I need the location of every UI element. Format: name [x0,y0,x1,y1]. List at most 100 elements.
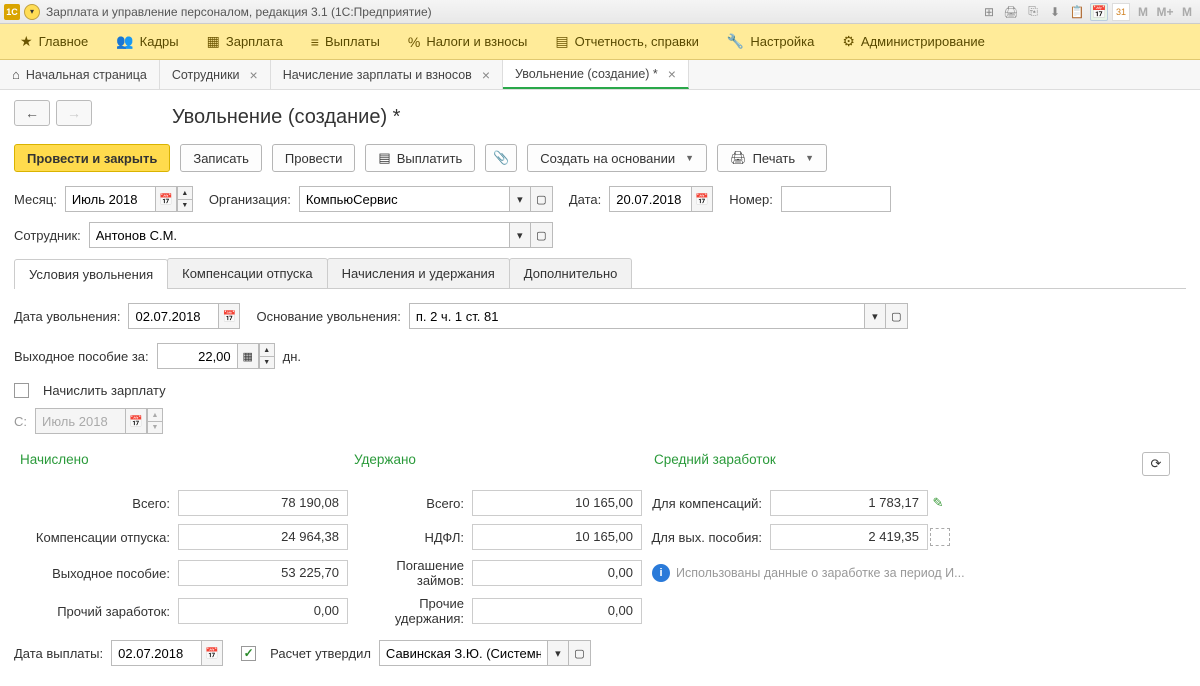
avg-severance-label: Для вых. пособия: [642,530,770,545]
avg-heading: Средний заработок [654,452,934,476]
star-icon: ★ [20,33,33,50]
pencil-icon[interactable]: ✎ [928,495,948,511]
reason-input[interactable] [409,303,864,329]
menu-payments[interactable]: ≡Выплаты [297,24,394,60]
menu-label: Зарплата [226,34,283,49]
reason-field[interactable]: ▾ ▢ [409,303,908,329]
menu-label: Настройка [750,34,814,49]
tab-salary-calc[interactable]: Начисление зарплаты и взносов× [271,60,503,89]
month-field[interactable]: 📅 ▲▼ [65,186,193,212]
memory-mplus-icon[interactable]: M+ [1156,3,1174,21]
grid-icon: ▦ [207,33,220,50]
date-icon[interactable]: 31 [1112,3,1130,21]
close-icon[interactable]: × [482,67,490,83]
calc-icon[interactable]: ▦ [237,343,259,369]
employee-field[interactable]: ▾ ▢ [89,222,553,248]
save-button[interactable]: Записать [180,144,262,172]
approved-checkbox[interactable] [241,646,256,661]
menu-label: Администрирование [861,34,985,49]
app-dropdown-icon[interactable]: ▾ [24,4,40,20]
dropdown-icon[interactable]: ▾ [864,303,886,329]
calendar-icon[interactable]: 📅 [691,186,713,212]
forward-button[interactable]: → [56,100,92,126]
month-label: Месяц: [14,192,57,207]
menu-label: Кадры [140,34,179,49]
open-icon[interactable]: ▢ [531,186,553,212]
approver-input[interactable] [379,640,547,666]
close-icon[interactable]: × [250,67,258,83]
approver-field[interactable]: ▾ ▢ [379,640,591,666]
refresh-button[interactable]: ⟳ [1142,452,1170,476]
menu-settings[interactable]: 🔧Настройка [713,24,828,60]
tool-icon[interactable]: ⊞ [980,3,998,21]
menu-admin[interactable]: ⚙ Администрирование [828,24,999,60]
close-icon[interactable]: × [668,66,676,82]
dropdown-icon[interactable]: ▾ [547,640,569,666]
severance-field[interactable]: ▦ ▲▼ [157,343,275,369]
print-button[interactable]: 🖨Печать▼ [717,144,827,172]
tab-label: Начальная страница [26,68,147,82]
date-field[interactable]: 📅 [609,186,713,212]
menu-taxes[interactable]: %Налоги и взносы [394,24,542,60]
term-date-field[interactable]: 📅 [128,303,240,329]
employee-input[interactable] [89,222,509,248]
term-date-label: Дата увольнения: [14,309,120,324]
from-field: 📅 ▲▼ [35,408,163,434]
tab-dismissal[interactable]: Увольнение (создание) *× [503,60,689,89]
tool-icon[interactable]: 📋 [1068,3,1086,21]
accrued-total-value: 78 190,08 [178,490,348,516]
paydate-input[interactable] [111,640,201,666]
doc-tabs: Условия увольнения Компенсации отпуска Н… [14,258,1186,289]
severance-spinner[interactable]: ▲▼ [259,343,275,369]
severance-input[interactable] [157,343,237,369]
tab-home[interactable]: ⌂Начальная страница [0,60,160,89]
calendar-icon[interactable]: 📅 [218,303,240,329]
month-input[interactable] [65,186,155,212]
calendar-icon[interactable]: 📅 [201,640,223,666]
month-spinner[interactable]: ▲▼ [177,186,193,212]
term-date-input[interactable] [128,303,218,329]
dropdown-icon[interactable]: ▾ [509,186,531,212]
tool-icon[interactable]: ⬇ [1046,3,1064,21]
tab-extra[interactable]: Дополнительно [509,258,633,288]
menu-label: Отчетность, справки [575,34,699,49]
date-input[interactable] [609,186,691,212]
doc-icon: ▤ [555,33,568,50]
create-based-button[interactable]: Создать на основании▼ [527,144,707,172]
menu-reports[interactable]: ▤ Отчетность, справки [541,24,713,60]
gear-icon: ⚙ [842,33,855,50]
ndfl-value: 10 165,00 [472,524,642,550]
tab-conditions[interactable]: Условия увольнения [14,259,168,289]
paydate-field[interactable]: 📅 [111,640,223,666]
menu-main[interactable]: ★Главное [6,24,102,60]
tab-accruals[interactable]: Начисления и удержания [327,258,510,288]
memory-m2-icon[interactable]: M [1178,3,1196,21]
open-icon[interactable]: ▢ [569,640,591,666]
org-field[interactable]: ▾ ▢ [299,186,553,212]
menu-salary[interactable]: ▦ Зарплата [193,24,297,60]
menu-hr[interactable]: 👥 Кадры [102,24,192,60]
memory-m-icon[interactable]: M [1134,3,1152,21]
number-input[interactable] [781,186,891,212]
dropdown-icon[interactable]: ▾ [509,222,531,248]
print-icon[interactable]: 🖨 [1002,3,1020,21]
info-text: Использованы данные о заработке за перио… [676,566,965,580]
calendar-icon[interactable]: 📅 [155,186,177,212]
open-icon[interactable]: ▢ [886,303,908,329]
open-icon[interactable]: ▢ [531,222,553,248]
pay-button[interactable]: ▤Выплатить [365,144,475,172]
tab-vacation-comp[interactable]: Компенсации отпуска [167,258,328,288]
calendar-icon[interactable]: 📅 [1090,3,1108,21]
attach-button[interactable]: 📎 [485,144,517,172]
tool-icon[interactable]: ⎘ [1024,3,1042,21]
calc-salary-checkbox[interactable] [14,383,29,398]
post-button[interactable]: Провести [272,144,356,172]
tab-employees[interactable]: Сотрудники× [160,60,271,89]
edit-icon[interactable] [930,528,950,546]
people-icon: 👥 [116,33,133,50]
number-label: Номер: [729,192,773,207]
chevron-down-icon: ▼ [805,153,814,163]
org-input[interactable] [299,186,509,212]
back-button[interactable]: ← [14,100,50,126]
post-and-close-button[interactable]: Провести и закрыть [14,144,170,172]
